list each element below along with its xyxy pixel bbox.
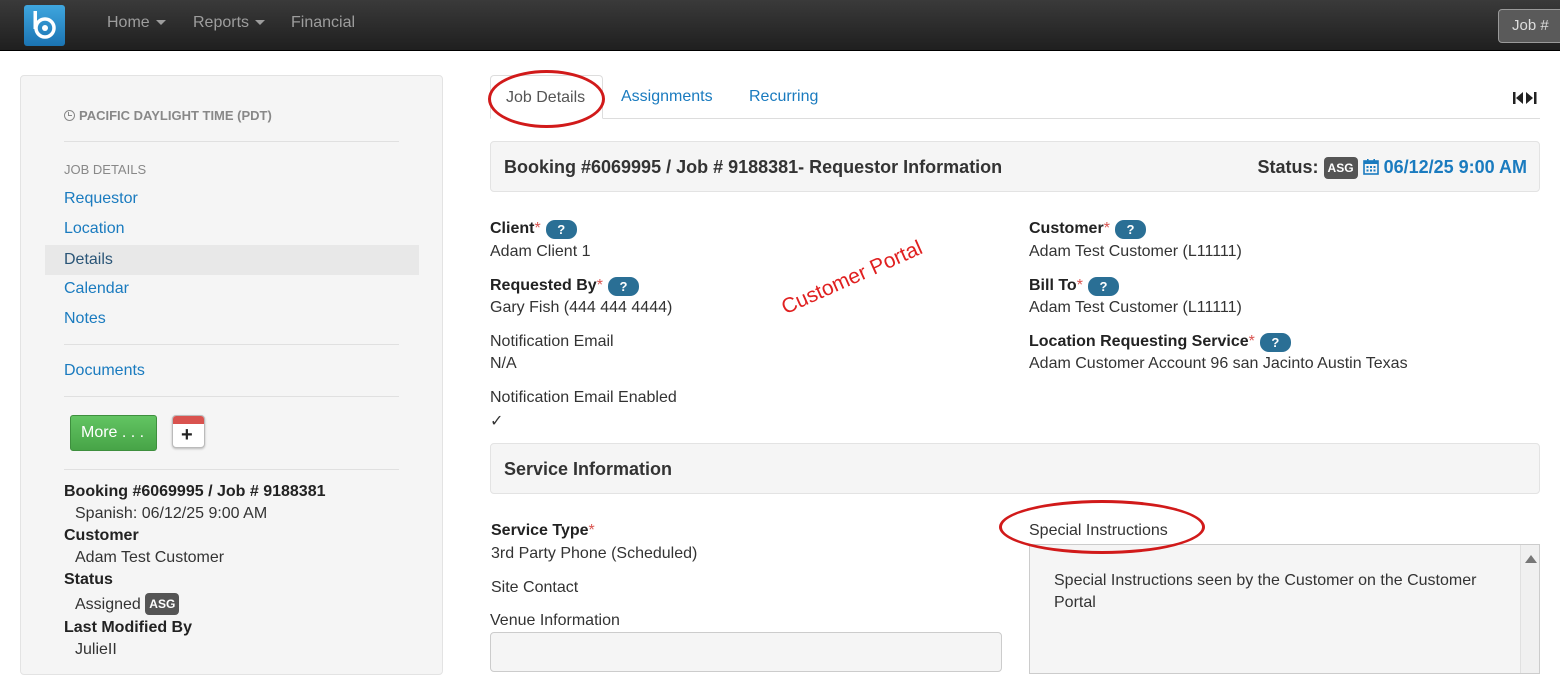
help-badge[interactable]: ? bbox=[607, 277, 639, 296]
sidebar: PACIFIC DAYLIGHT TIME (PDT) JOB DETAILS … bbox=[20, 75, 443, 675]
requestor-panel-header: Booking #6069995 / Job # 9188381- Reques… bbox=[490, 141, 1540, 192]
required-mark: * bbox=[1248, 333, 1255, 350]
sidebar-item-requestor[interactable]: Requestor bbox=[64, 190, 138, 208]
status-badge: ASG bbox=[1323, 157, 1358, 179]
status-label: Status: bbox=[1257, 157, 1319, 177]
requested-by-label-group: Requested By*? bbox=[490, 277, 639, 296]
status-display: Status: ASG 06/12/25 9:00 AM bbox=[1257, 157, 1527, 179]
client-label: Client bbox=[490, 220, 535, 237]
notification-email-label: Notification Email bbox=[490, 333, 614, 350]
sidebar-item-details-active-bg: Details bbox=[45, 245, 419, 275]
help-badge[interactable]: ? bbox=[1114, 220, 1146, 239]
sidebar-item-calendar[interactable]: Calendar bbox=[64, 280, 129, 298]
special-instructions-text: Special Instructions seen by the Custome… bbox=[1054, 572, 1477, 611]
status-badge: ASG bbox=[145, 593, 180, 615]
timezone-label: PACIFIC DAYLIGHT TIME (PDT) bbox=[64, 108, 272, 123]
scroll-up-arrow-icon[interactable] bbox=[1525, 555, 1537, 563]
summary-customer-label: Customer bbox=[64, 527, 139, 544]
sidebar-item-details[interactable]: Details bbox=[64, 251, 113, 269]
location-label: Location Requesting Service bbox=[1029, 333, 1249, 350]
requested-by-label: Requested By bbox=[490, 277, 597, 294]
app-logo[interactable] bbox=[24, 5, 65, 46]
annotation-ellipse-special-instructions bbox=[999, 500, 1205, 554]
clock-icon bbox=[64, 110, 75, 121]
scrollbar[interactable] bbox=[1520, 545, 1539, 673]
required-mark: * bbox=[1103, 220, 1110, 237]
nav-reports[interactable]: Reports bbox=[193, 14, 266, 32]
first-last-nav-icon[interactable] bbox=[1511, 91, 1539, 105]
calendar-icon bbox=[1362, 159, 1379, 175]
venue-information-label: Venue Information bbox=[490, 612, 620, 629]
caret-down-icon bbox=[255, 20, 266, 26]
location-value: Adam Customer Account 96 san Jacinto Aus… bbox=[1029, 355, 1408, 372]
service-type-label-group: Service Type* bbox=[491, 522, 595, 540]
nav-financial[interactable]: Financial bbox=[291, 14, 355, 32]
required-mark: * bbox=[1076, 277, 1083, 294]
summary-booking-detail: Spanish: 06/12/25 9:00 AM bbox=[75, 505, 268, 522]
required-mark: * bbox=[534, 220, 541, 237]
bill-to-value: Adam Test Customer (L11111) bbox=[1029, 299, 1242, 316]
summary-status-label: Status bbox=[64, 571, 113, 588]
client-label-group: Client*? bbox=[490, 220, 577, 239]
venue-information-field[interactable] bbox=[490, 632, 1002, 672]
sidebar-item-notes[interactable]: Notes bbox=[64, 310, 106, 328]
notification-enabled-check: ✓ bbox=[490, 413, 504, 430]
summary-booking: Booking #6069995 / Job # 9188381 bbox=[64, 483, 326, 500]
customer-portal-annotation: Customer Portal bbox=[778, 236, 926, 320]
client-value: Adam Client 1 bbox=[490, 243, 591, 260]
service-type-value: 3rd Party Phone (Scheduled) bbox=[491, 545, 698, 562]
logo-icon bbox=[33, 11, 56, 39]
tabs-underline bbox=[490, 118, 1540, 119]
divider bbox=[64, 469, 399, 470]
help-badge[interactable]: ? bbox=[545, 220, 577, 239]
notification-email-value: N/A bbox=[490, 355, 517, 372]
summary-status: Assigned ASG bbox=[75, 593, 180, 615]
job-number-search-button[interactable]: Job # bbox=[1498, 9, 1560, 43]
tab-recurring[interactable]: Recurring bbox=[749, 88, 818, 106]
special-instructions-textarea[interactable]: Special Instructions seen by the Custome… bbox=[1029, 544, 1540, 674]
summary-customer-value: Adam Test Customer bbox=[75, 549, 225, 566]
status-datetime: 06/12/25 9:00 AM bbox=[1383, 157, 1527, 177]
section-heading-job-details: JOB DETAILS bbox=[64, 162, 147, 177]
site-contact-label: Site Contact bbox=[491, 579, 579, 596]
sidebar-item-location[interactable]: Location bbox=[64, 220, 125, 238]
divider bbox=[64, 344, 399, 345]
timezone-text: PACIFIC DAYLIGHT TIME (PDT) bbox=[79, 108, 272, 123]
help-badge[interactable]: ? bbox=[1087, 277, 1119, 296]
top-navbar: Home Reports Financial Job # bbox=[0, 0, 1560, 51]
required-mark: * bbox=[596, 277, 603, 294]
customer-value: Adam Test Customer (L11111) bbox=[1029, 243, 1242, 260]
customer-label-group: Customer*? bbox=[1029, 220, 1146, 239]
divider bbox=[64, 396, 399, 397]
customer-label: Customer bbox=[1029, 220, 1104, 237]
nav-home-label: Home bbox=[107, 14, 150, 31]
notification-enabled-label: Notification Email Enabled bbox=[490, 389, 677, 406]
annotation-ellipse-job-details bbox=[488, 70, 605, 128]
summary-modified-value: JulieII bbox=[75, 641, 117, 658]
tab-assignments[interactable]: Assignments bbox=[621, 88, 713, 106]
help-badge[interactable]: ? bbox=[1259, 333, 1291, 352]
requested-by-value: Gary Fish (444 444 4444) bbox=[490, 299, 673, 316]
service-panel-title: Service Information bbox=[504, 459, 673, 479]
more-button[interactable]: More . . . bbox=[70, 415, 157, 451]
caret-down-icon bbox=[155, 20, 166, 26]
nav-home[interactable]: Home bbox=[107, 14, 166, 32]
nav-financial-label: Financial bbox=[291, 14, 356, 31]
sidebar-item-documents[interactable]: Documents bbox=[64, 362, 145, 380]
required-mark: * bbox=[588, 522, 595, 539]
requestor-panel-title: Booking #6069995 / Job # 9188381- Reques… bbox=[504, 157, 1003, 177]
nav-reports-label: Reports bbox=[193, 14, 250, 31]
bill-to-label-group: Bill To*? bbox=[1029, 277, 1119, 296]
summary-status-value: Assigned bbox=[75, 596, 141, 613]
bill-to-label: Bill To bbox=[1029, 277, 1077, 294]
divider bbox=[64, 141, 399, 142]
summary-modified-label: Last Modified By bbox=[64, 619, 193, 636]
service-panel-header: Service Information bbox=[490, 443, 1540, 494]
location-label-group: Location Requesting Service*? bbox=[1029, 333, 1291, 352]
add-to-calendar-icon[interactable]: + bbox=[172, 415, 205, 448]
service-type-label: Service Type bbox=[491, 522, 589, 539]
